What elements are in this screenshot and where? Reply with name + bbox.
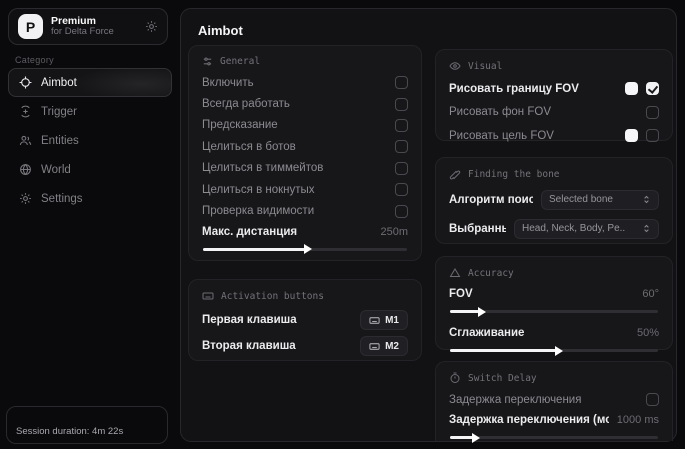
sidebar-item-label: World (41, 164, 71, 176)
setting-row: Рисовать фон FOV (449, 101, 659, 125)
gear-icon (19, 192, 32, 205)
setting-row: Целиться в тиммейтов (202, 158, 408, 179)
checkbox[interactable] (395, 119, 408, 132)
slider-thumb[interactable] (472, 433, 480, 443)
crosshair-icon (19, 76, 32, 89)
color-swatch[interactable] (625, 82, 638, 95)
setting-row: Целиться в нокнутых (202, 179, 408, 200)
triangle-icon (449, 267, 461, 279)
setting-row: Включить (202, 72, 408, 93)
setting-row: Предсказание (202, 115, 408, 136)
bone-icon (449, 168, 461, 180)
sidebar-item-entities[interactable]: Entities (8, 126, 172, 155)
setting-row: Вторая клавиша M2 (202, 333, 408, 359)
sidebar: P Premium for Delta Force Category Aimbo… (0, 0, 180, 449)
sidebar-item-label: Aimbot (41, 77, 77, 89)
checkbox[interactable] (395, 140, 408, 153)
card-finding-the-bone: Finding the bone Алгоритм поиска кости S… (435, 157, 673, 244)
session-duration-text: Session duration: 4m 22s (16, 426, 123, 437)
setting-row-slider: Сглаживание 50% (449, 323, 659, 352)
checkbox[interactable] (395, 183, 408, 196)
sidebar-item-label: Entities (41, 135, 79, 147)
timer-icon (449, 372, 461, 384)
slider-thumb[interactable] (555, 346, 563, 356)
session-duration-box: Session duration: 4m 22s (6, 406, 168, 444)
card-title: Visual (468, 61, 502, 72)
eye-icon (449, 60, 461, 72)
fov-slider[interactable] (450, 310, 658, 313)
smoothing-slider[interactable] (450, 349, 658, 352)
keyboard-icon (369, 315, 380, 326)
keybind-button[interactable]: M2 (360, 336, 408, 356)
switch-delay-slider[interactable] (450, 436, 658, 439)
brand-box: P Premium for Delta Force (8, 8, 168, 45)
card-title: Switch Delay (468, 373, 537, 384)
color-swatch[interactable] (625, 129, 638, 142)
sidebar-item-settings[interactable]: Settings (8, 184, 172, 213)
checkbox[interactable] (646, 106, 659, 119)
card-title: General (220, 56, 260, 67)
sidebar-item-world[interactable]: World (8, 155, 172, 184)
card-activation-buttons: Activation buttons Первая клавиша M1 Вто… (188, 279, 422, 361)
setting-row: Рисовать границу FOV (449, 77, 659, 101)
selected-bones-select[interactable]: Head, Neck, Body, Pe.. (514, 219, 659, 239)
main-panel: Aimbot General Включить Всегда работать … (180, 8, 677, 442)
entities-icon (19, 134, 32, 147)
checkbox[interactable] (395, 205, 408, 218)
setting-row-slider: FOV 60° (449, 284, 659, 313)
keybind-button[interactable]: M1 (360, 310, 408, 330)
sidebar-item-aimbot[interactable]: Aimbot (8, 68, 172, 97)
slider-value: 250m (380, 226, 408, 238)
max-distance-slider[interactable] (203, 248, 407, 251)
keyboard-icon (202, 290, 214, 302)
chevron-updown-icon (642, 195, 651, 204)
slider-value: 50% (637, 327, 659, 339)
checkbox[interactable] (646, 393, 659, 406)
sidebar-nav: Aimbot Trigger Entities World Settings (8, 68, 172, 213)
checkbox[interactable] (646, 129, 659, 142)
setting-row: Всегда работать (202, 93, 408, 114)
setting-row: Задержка переключения (449, 389, 659, 410)
card-title: Accuracy (468, 268, 514, 279)
slider-value: 60° (642, 288, 659, 300)
setting-row: Алгоритм поиска кости Selected bone (449, 185, 659, 214)
setting-row: Целиться в ботов (202, 136, 408, 157)
checkbox[interactable] (646, 82, 659, 95)
checkbox[interactable] (395, 98, 408, 111)
chevron-updown-icon (642, 224, 651, 233)
category-label: Category (15, 55, 54, 65)
setting-row: Первая клавиша M1 (202, 307, 408, 333)
setting-row: Выбранные кости Head, Neck, Body, Pe.. (449, 214, 659, 243)
sliders-icon (202, 56, 213, 67)
setting-row: Рисовать цель FOV (449, 124, 659, 148)
card-switch-delay: Switch Delay Задержка переключения Задер… (435, 361, 673, 441)
slider-thumb[interactable] (304, 244, 312, 254)
slider-value: 1000 ms (617, 414, 659, 426)
globe-icon (19, 163, 32, 176)
card-title: Activation buttons (221, 291, 324, 302)
slider-thumb[interactable] (478, 307, 486, 317)
sidebar-item-label: Settings (41, 193, 83, 205)
checkbox[interactable] (395, 162, 408, 175)
trigger-icon (19, 105, 32, 118)
setting-row: Проверка видимости (202, 200, 408, 221)
setting-row-slider: Задержка переключения (мс) 1000 ms (449, 410, 659, 439)
sidebar-item-label: Trigger (41, 106, 77, 118)
bone-algorithm-select[interactable]: Selected bone (541, 190, 659, 210)
sidebar-item-trigger[interactable]: Trigger (8, 97, 172, 126)
card-accuracy: Accuracy FOV 60° Сглаживание 50% (435, 256, 673, 350)
brand-logo: P (18, 14, 43, 39)
keyboard-icon (369, 341, 380, 352)
card-visual: Visual Рисовать границу FOV Рисовать фон… (435, 49, 673, 141)
page-title: Aimbot (198, 23, 243, 38)
setting-row-slider: Макс. дистанция 250m (202, 222, 408, 251)
brand-subtitle: for Delta Force (51, 27, 137, 38)
card-general: General Включить Всегда работать Предска… (188, 45, 422, 261)
checkbox[interactable] (395, 76, 408, 89)
gear-icon[interactable] (145, 20, 158, 33)
card-title: Finding the bone (468, 169, 560, 180)
